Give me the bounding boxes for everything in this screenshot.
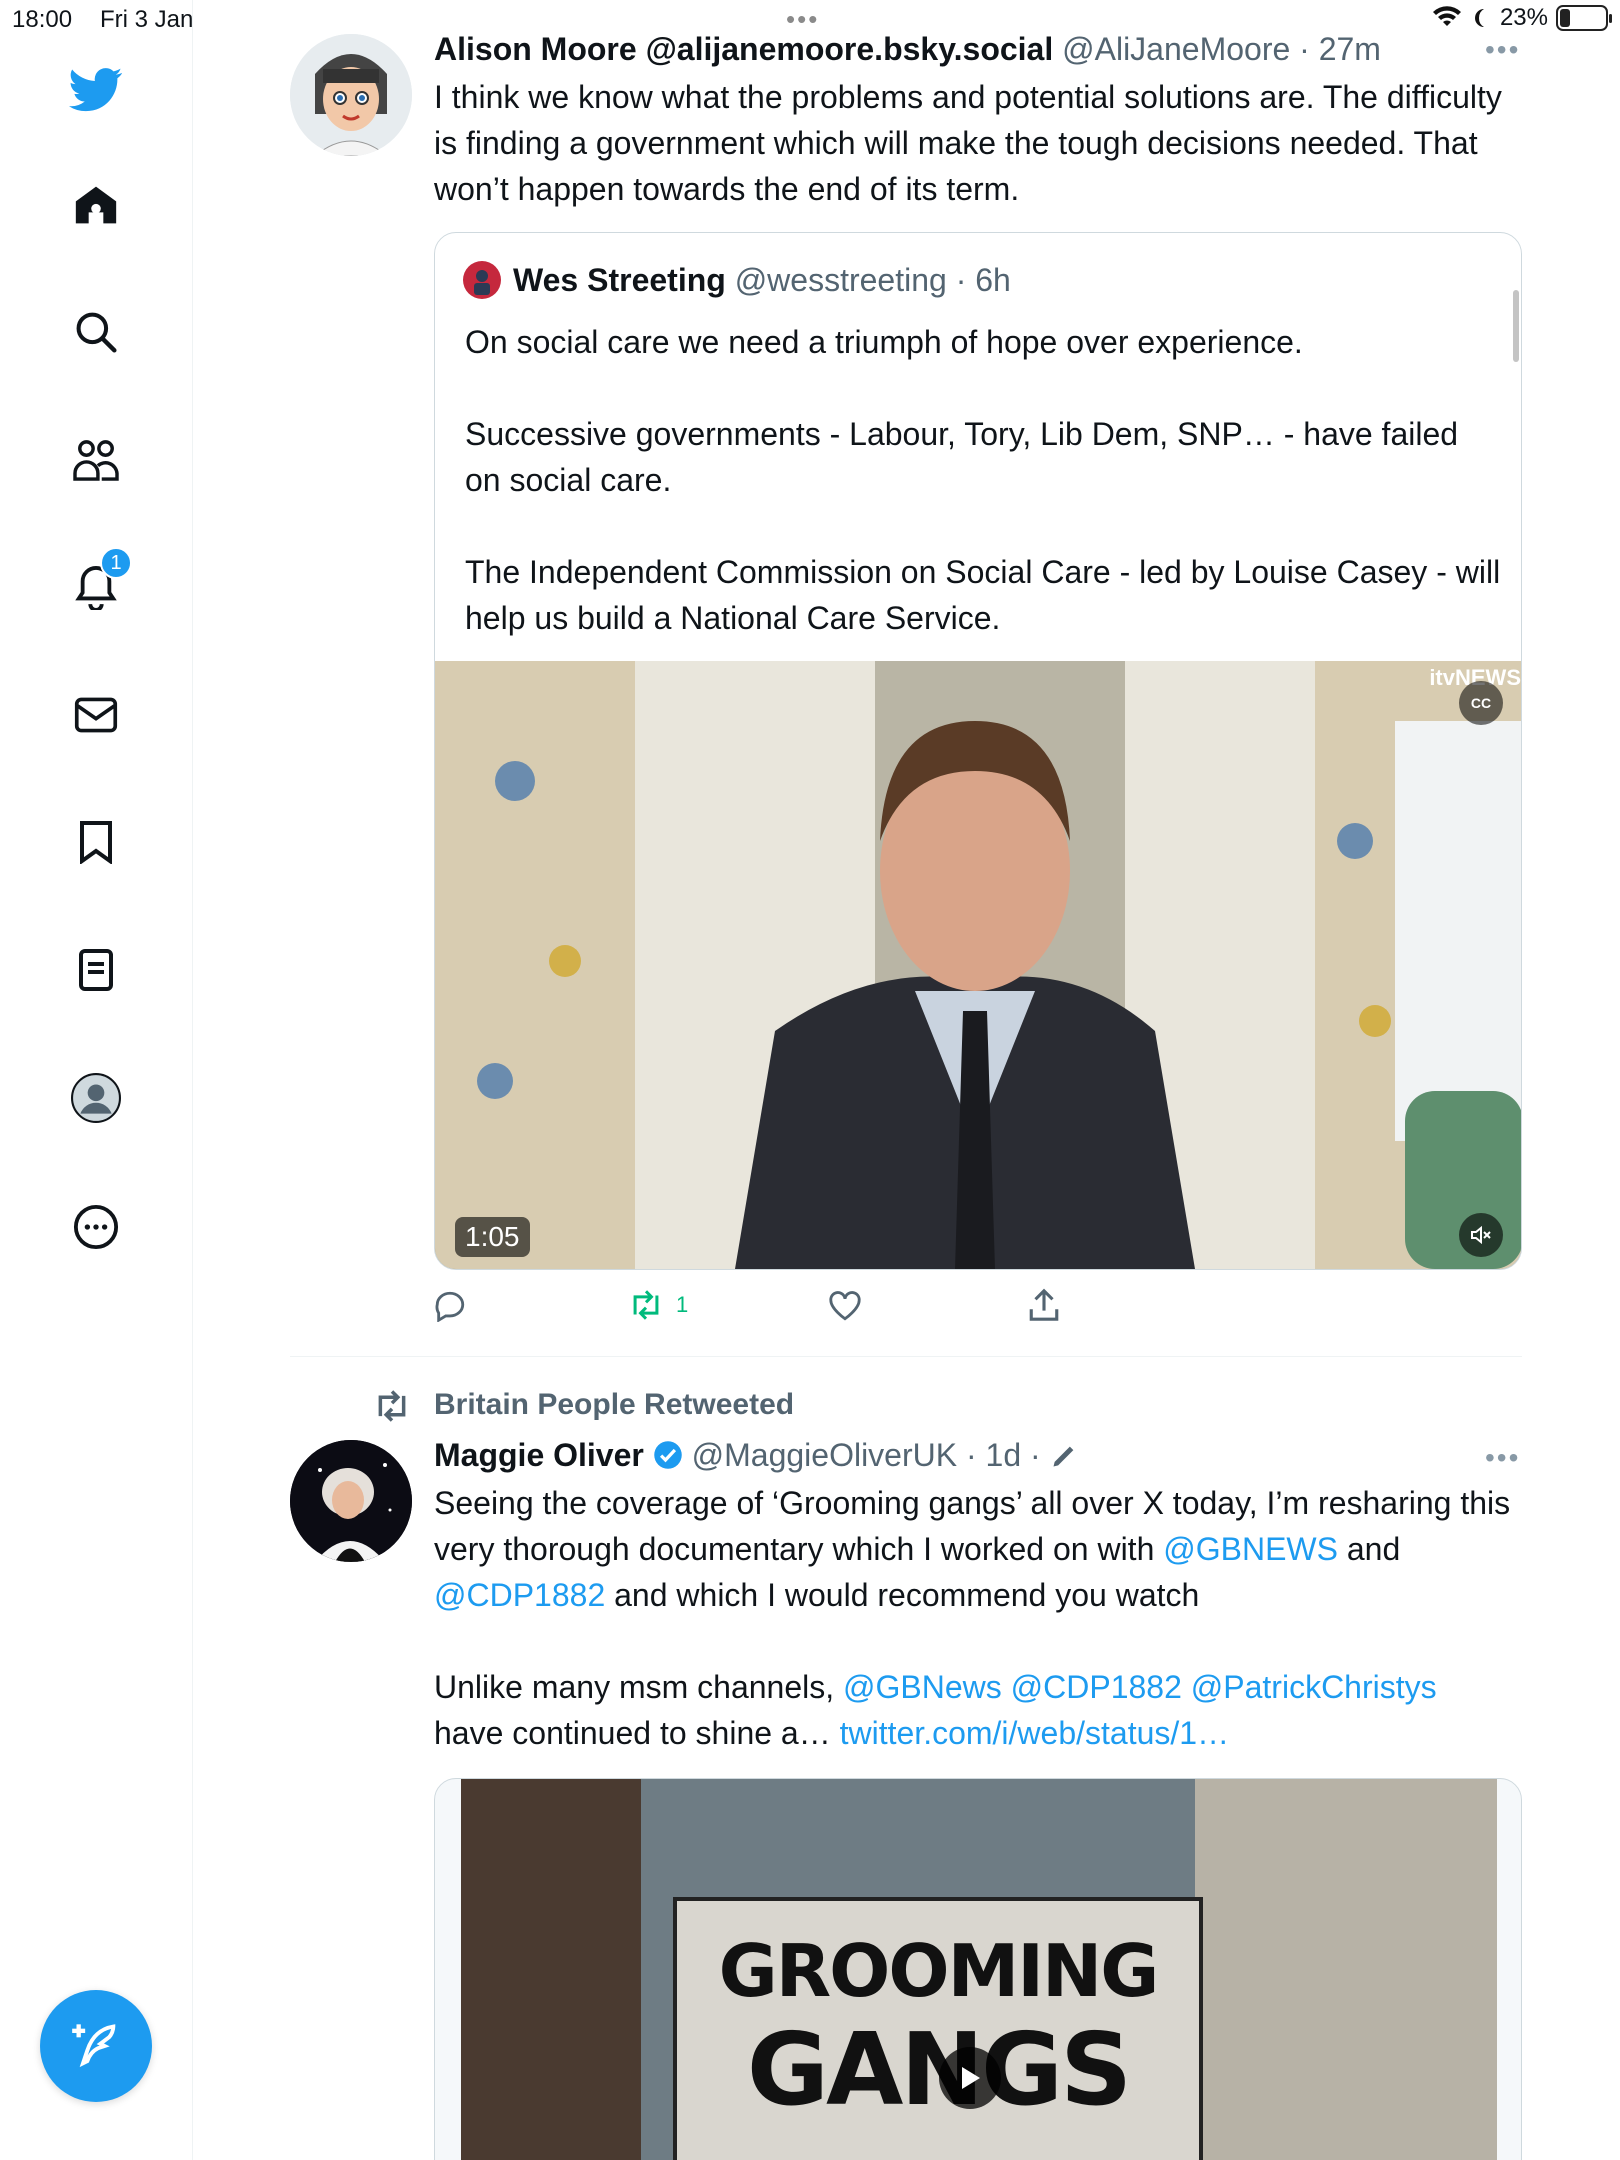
profile-photo <box>290 1440 412 1562</box>
card-title-2: GANGS <box>746 2011 1132 2128</box>
twitter-logo[interactable] <box>66 60 126 120</box>
nav-bookmarks[interactable] <box>66 812 126 872</box>
author-handle-time[interactable]: @MaggieOliverUK · 1d · <box>692 1437 1041 1473</box>
home-icon <box>75 186 117 224</box>
like-button[interactable] <box>828 1290 874 1322</box>
verified-badge-icon <box>653 1441 682 1469</box>
author-name[interactable]: Maggie Oliver <box>434 1437 644 1473</box>
reply-button[interactable] <box>433 1290 479 1322</box>
scrollbar[interactable] <box>1513 290 1519 362</box>
list-icon <box>79 949 113 991</box>
retweeted-by-label[interactable]: Britain People Retweeted <box>434 1382 794 1428</box>
more-circle-icon <box>73 1204 119 1250</box>
muted-speaker-icon <box>1471 1225 1491 1245</box>
nav-explore[interactable] <box>66 302 126 362</box>
timeline[interactable]: Alison Moore @alijanemoore.bsky.social @… <box>193 0 1523 2160</box>
quoted-line-3: The Independent Commission on Social Car… <box>465 554 1501 636</box>
tweet-body-continued: Unlike many msm channels, @GBNews @CDP18… <box>434 1669 1437 1751</box>
video-player[interactable]: itvNEWS CC 1:05 <box>435 661 1521 1269</box>
quoted-author-handle: @wesstreeting · 6h <box>734 262 1011 298</box>
tweet-header: Maggie Oliver @MaggieOliverUK · 1d · <box>434 1432 1414 1478</box>
play-button[interactable] <box>939 2047 1001 2109</box>
quoted-avatar <box>463 261 501 299</box>
retweet-icon <box>633 1290 659 1320</box>
share-button[interactable] <box>1028 1288 1072 1322</box>
notification-badge: 1 <box>100 547 132 579</box>
nav-lists[interactable] <box>66 940 126 1000</box>
tweet-divider <box>290 1356 1522 1357</box>
avatar-icon <box>71 1073 121 1123</box>
quoted-header: Wes Streeting @wesstreeting · 6h <box>513 257 1503 303</box>
author-name[interactable]: Alison Moore @alijanemoore.bsky.social <box>434 31 1053 67</box>
quoted-line-1: On social care we need a triumph of hope… <box>465 324 1303 360</box>
people-icon <box>73 440 119 481</box>
quoted-line-2: Successive governments - Labour, Tory, L… <box>465 416 1459 498</box>
mention-links[interactable]: @GBNews @CDP1882 @PatrickChristys <box>843 1669 1437 1705</box>
nav-profile[interactable] <box>66 1068 126 1128</box>
status-link[interactable]: twitter.com/i/web/status/1… <box>840 1715 1229 1751</box>
mail-icon <box>74 697 118 733</box>
avatar[interactable] <box>290 34 412 156</box>
avatar[interactable] <box>290 1440 412 1562</box>
card-title-1: GROOMING <box>718 1929 1160 2013</box>
battery-icon <box>1556 5 1612 31</box>
more-options-icon[interactable]: ••• <box>1485 34 1520 66</box>
bird-icon <box>69 68 123 112</box>
mention-link[interactable]: @GBNEWS <box>1163 1531 1338 1567</box>
edited-pencil-icon[interactable] <box>1050 1442 1078 1470</box>
cc-button[interactable]: CC <box>1459 681 1503 725</box>
compose-icon <box>72 2024 116 2068</box>
mention-link[interactable]: @CDP1882 <box>434 1577 605 1613</box>
more-options-icon[interactable]: ••• <box>1485 1442 1520 1474</box>
tweet-actions: 1 <box>433 1286 1133 1336</box>
retweet-indicator-icon <box>378 1390 406 1422</box>
tweet-body: Seeing the coverage of ‘Grooming gangs’ … <box>434 1485 1511 1613</box>
play-icon <box>962 2067 980 2089</box>
reply-icon <box>435 1291 465 1322</box>
compose-button[interactable] <box>40 1990 152 2102</box>
nav-notifications[interactable]: 1 <box>66 547 132 617</box>
share-icon <box>1029 1288 1059 1321</box>
video-duration: 1:05 <box>455 1217 530 1257</box>
media-card[interactable]: GROOMING GANGS <box>434 1778 1522 2160</box>
quoted-tweet[interactable]: Wes Streeting @wesstreeting · 6h On soci… <box>434 232 1522 1270</box>
nav-home[interactable] <box>66 175 126 235</box>
quoted-author-name: Wes Streeting <box>513 262 726 298</box>
nav-communities[interactable] <box>66 430 126 490</box>
tweet-header: Alison Moore @alijanemoore.bsky.social @… <box>434 26 1414 72</box>
sidebar: 1 <box>0 0 193 2160</box>
search-icon <box>76 312 117 353</box>
cartoon-avatar-icon <box>290 34 412 156</box>
author-handle-time[interactable]: @AliJaneMoore · 27m <box>1062 31 1381 67</box>
tweet-body: I think we know what the problems and po… <box>434 79 1502 207</box>
mute-button[interactable] <box>1459 1213 1503 1257</box>
nav-messages[interactable] <box>66 685 126 745</box>
nav-more[interactable] <box>66 1197 126 1257</box>
retweet-button[interactable]: 1 <box>628 1290 688 1320</box>
video-thumbnail <box>435 661 1521 1269</box>
bookmark-icon <box>80 821 112 864</box>
retweet-count: 1 <box>676 1292 689 1317</box>
heart-icon <box>829 1291 861 1321</box>
